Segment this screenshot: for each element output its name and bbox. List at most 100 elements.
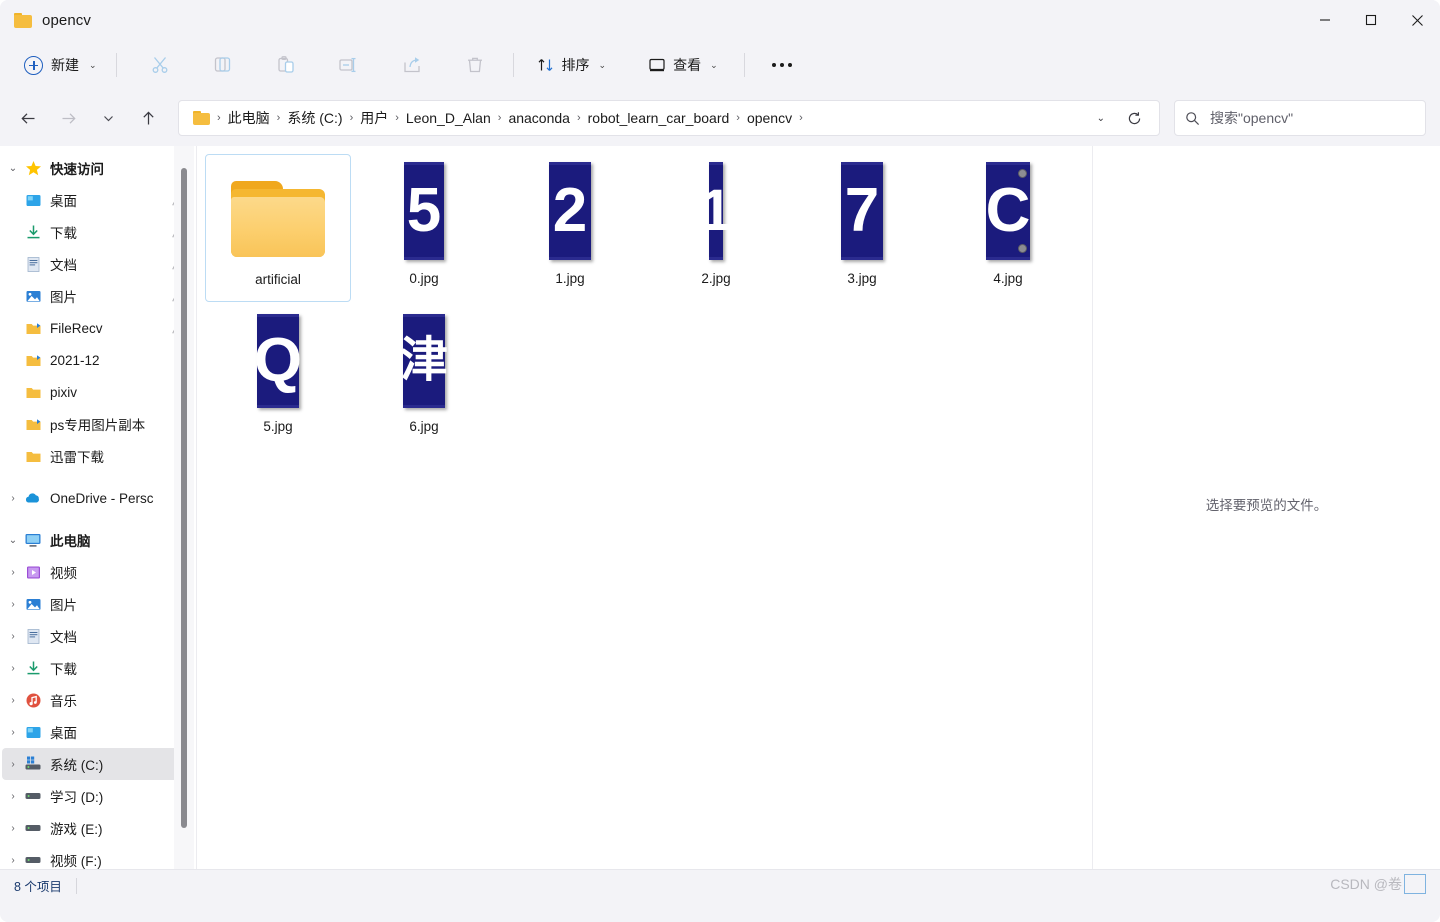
- screw-icon: [1018, 169, 1027, 178]
- divider: [75, 877, 77, 894]
- sidebar-item-2021-12[interactable]: 2021-12: [2, 344, 190, 376]
- rename-button[interactable]: [329, 48, 369, 82]
- close-button[interactable]: [1394, 0, 1440, 40]
- sidebar-item-pictures[interactable]: 图片: [2, 280, 190, 312]
- chevron-right-icon[interactable]: ›: [2, 695, 24, 706]
- search-box[interactable]: 搜索"opencv": [1174, 100, 1426, 136]
- star-icon: [24, 159, 42, 177]
- forward-button[interactable]: [51, 101, 85, 135]
- sidebar-group-quick-access[interactable]: ⌄ 快速访问: [2, 152, 190, 184]
- cut-button[interactable]: [140, 48, 180, 82]
- file-name: 3.jpg: [847, 271, 877, 286]
- chevron-right-icon[interactable]: ›: [2, 493, 24, 504]
- chevron-right-icon[interactable]: ›: [2, 759, 24, 770]
- folder-icon: [14, 12, 32, 28]
- sidebar-item-documents[interactable]: 文档: [2, 248, 190, 280]
- title-bar: opencv: [0, 0, 1440, 40]
- share-button[interactable]: [392, 48, 432, 82]
- breadcrumb-dropdown-icon[interactable]: ⌄: [1087, 113, 1115, 124]
- folder-icon: [225, 175, 331, 261]
- file-tile-4[interactable]: C 4.jpg: [935, 154, 1081, 302]
- file-tile-2[interactable]: 1 2.jpg: [643, 154, 789, 302]
- file-grid: artificial 5 0.jpg 2 1.jpg 1 2.jpg 7 3.j…: [197, 146, 1092, 450]
- file-tile-5[interactable]: Q 5.jpg: [205, 302, 351, 450]
- up-button[interactable]: [131, 101, 165, 135]
- chevron-right-icon[interactable]: ›: [2, 791, 24, 802]
- minimize-button[interactable]: [1302, 0, 1348, 40]
- sidebar-item-label: 视频 (F:): [50, 854, 102, 869]
- sidebar-item-onedrive[interactable]: › OneDrive - Persc: [2, 482, 190, 514]
- sidebar-item-label: 图片: [50, 598, 77, 613]
- delete-button[interactable]: [455, 48, 495, 82]
- sidebar-item-videos[interactable]: › 视频: [2, 556, 190, 588]
- sidebar-item-downloads[interactable]: 下载: [2, 216, 190, 248]
- sidebar-item-pictures-pc[interactable]: › 图片: [2, 588, 190, 620]
- view-button-label: 查看: [673, 57, 702, 73]
- breadcrumb-item-1[interactable]: 系统 (C:): [281, 105, 348, 131]
- download-icon: [24, 223, 42, 241]
- file-explorer-window: opencv 新建 ⌄ 排序 ⌄ 查看 ⌄ › 此电脑 › 系统 (C:) › …: [0, 0, 1440, 922]
- chevron-down-icon[interactable]: ⌄: [2, 535, 24, 546]
- breadcrumb-item-4[interactable]: anaconda: [502, 107, 576, 129]
- sidebar-item-desktop[interactable]: 桌面: [2, 184, 190, 216]
- sidebar-scrollbar-thumb[interactable]: [181, 168, 187, 828]
- paste-button[interactable]: [266, 48, 306, 82]
- sidebar-item-music[interactable]: › 音乐: [2, 684, 190, 716]
- file-list-pane[interactable]: artificial 5 0.jpg 2 1.jpg 1 2.jpg 7 3.j…: [196, 146, 1092, 869]
- sidebar-item-desktop-pc[interactable]: › 桌面: [2, 716, 190, 748]
- file-tile-6[interactable]: 津 6.jpg: [351, 302, 497, 450]
- chevron-right-icon[interactable]: ›: [2, 855, 24, 866]
- sidebar-item-thunder-download[interactable]: 迅雷下载: [2, 440, 190, 472]
- more-options-button[interactable]: [762, 48, 802, 82]
- breadcrumb-item-5[interactable]: robot_learn_car_board: [582, 107, 736, 129]
- folder-shortcut-icon: [24, 351, 42, 369]
- chevron-right-icon[interactable]: ›: [2, 823, 24, 834]
- copy-button[interactable]: [203, 48, 243, 82]
- file-tile-3[interactable]: 7 3.jpg: [789, 154, 935, 302]
- chevron-right-icon[interactable]: ›: [2, 567, 24, 578]
- file-tile-1[interactable]: 2 1.jpg: [497, 154, 643, 302]
- drive-icon: [24, 851, 42, 869]
- sidebar-item-downloads-pc[interactable]: › 下载: [2, 652, 190, 684]
- new-button[interactable]: 新建 ⌄: [18, 49, 107, 81]
- breadcrumb[interactable]: › 此电脑 › 系统 (C:) › 用户 › Leon_D_Alan › ana…: [178, 100, 1160, 136]
- system-drive-icon: [24, 755, 42, 773]
- view-button[interactable]: 查看 ⌄: [638, 49, 728, 81]
- window-title: opencv: [42, 11, 91, 29]
- back-button[interactable]: [11, 101, 45, 135]
- file-tile-artificial[interactable]: artificial: [205, 154, 351, 302]
- sidebar-item-video-f[interactable]: › 视频 (F:): [2, 844, 190, 869]
- plate-character: Q: [253, 326, 303, 395]
- breadcrumb-item-6[interactable]: opencv: [741, 107, 798, 129]
- chevron-down-icon[interactable]: ⌄: [2, 163, 24, 174]
- sidebar-item-games-e[interactable]: › 游戏 (E:): [2, 812, 190, 844]
- maximize-button[interactable]: [1348, 0, 1394, 40]
- breadcrumb-item-3[interactable]: Leon_D_Alan: [400, 107, 497, 129]
- breadcrumb-item-2[interactable]: 用户: [354, 105, 394, 131]
- chevron-down-icon: ⌄: [598, 59, 607, 70]
- chevron-right-icon[interactable]: ›: [2, 631, 24, 642]
- sort-button[interactable]: 排序 ⌄: [527, 49, 617, 81]
- sidebar-item-pixiv[interactable]: pixiv: [2, 376, 190, 408]
- chevron-right-icon[interactable]: ›: [2, 599, 24, 610]
- sidebar-item-system-c[interactable]: › 系统 (C:): [2, 748, 190, 780]
- recent-locations-button[interactable]: [91, 101, 125, 135]
- search-input[interactable]: 搜索"opencv": [1210, 108, 1293, 128]
- sidebar-item-filerecv[interactable]: FileRecv: [2, 312, 190, 344]
- sidebar-item-study-d[interactable]: › 学习 (D:): [2, 780, 190, 812]
- chevron-right-icon[interactable]: ›: [2, 663, 24, 674]
- sidebar-item-label: FileRecv: [50, 320, 103, 336]
- sidebar-group-label: 快速访问: [50, 162, 104, 177]
- breadcrumb-item-0[interactable]: 此电脑: [222, 105, 276, 131]
- sidebar-item-ps-pictures-copy[interactable]: ps专用图片副本: [2, 408, 190, 440]
- sidebar-group-this-pc[interactable]: ⌄ 此电脑: [2, 524, 190, 556]
- music-icon: [24, 691, 42, 709]
- watermark-box: [1404, 874, 1426, 894]
- file-tile-0[interactable]: 5 0.jpg: [351, 154, 497, 302]
- chevron-right-icon[interactable]: ›: [2, 727, 24, 738]
- pictures-icon: [24, 287, 42, 305]
- item-count: 8 个项目: [14, 880, 62, 894]
- sidebar-item-documents-pc[interactable]: › 文档: [2, 620, 190, 652]
- refresh-button[interactable]: [1117, 103, 1151, 133]
- folder-shortcut-icon: [24, 415, 42, 433]
